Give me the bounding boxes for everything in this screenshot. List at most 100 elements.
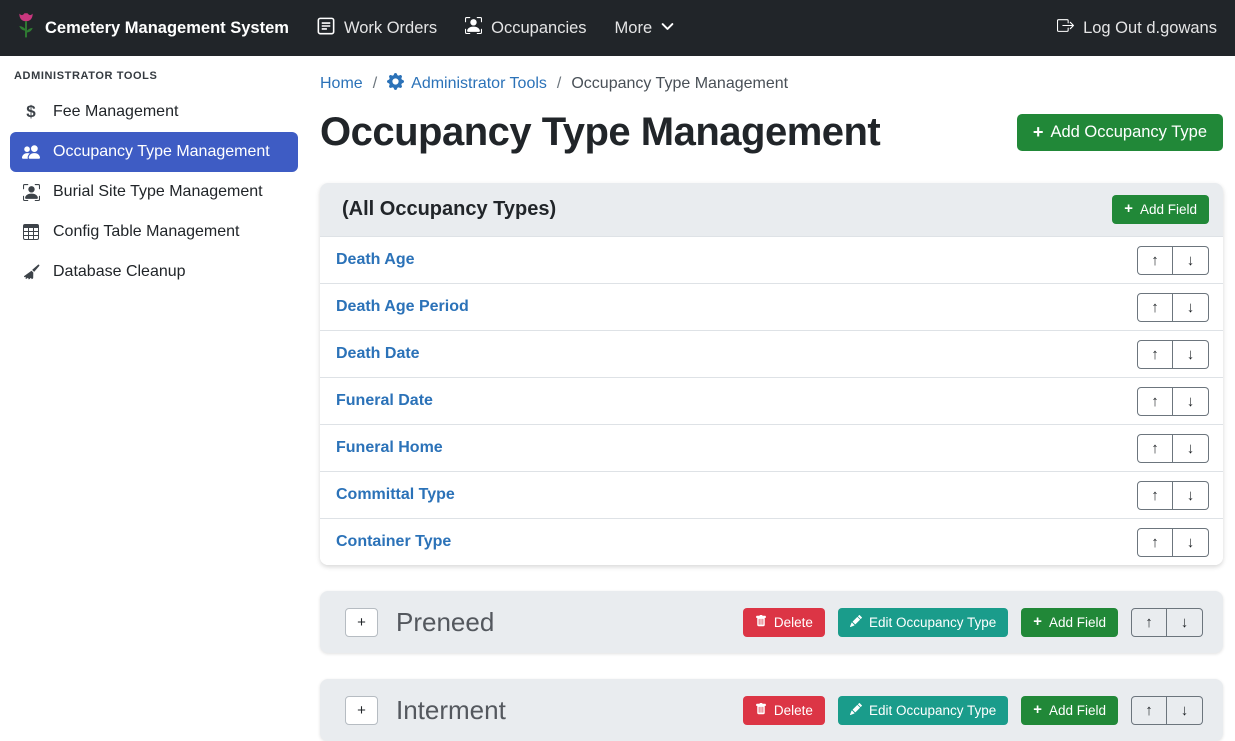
field-row: Container Type ↑ ↓ bbox=[320, 518, 1223, 565]
button-label: Delete bbox=[774, 703, 813, 718]
move-down-button[interactable]: ↓ bbox=[1173, 528, 1209, 557]
arrow-down-icon: ↓ bbox=[1187, 299, 1195, 316]
table-icon bbox=[20, 224, 42, 240]
field-row: Death Date ↑ ↓ bbox=[320, 330, 1223, 377]
plus-icon: + bbox=[1033, 703, 1042, 718]
plus-icon: + bbox=[357, 702, 366, 719]
plus-icon: + bbox=[357, 614, 366, 631]
section-title: Preneed bbox=[396, 607, 494, 638]
add-field-button[interactable]: + Add Field bbox=[1021, 608, 1118, 637]
field-name-link[interactable]: Death Age Period bbox=[336, 298, 469, 316]
button-label: Add Field bbox=[1140, 202, 1197, 217]
app-brand[interactable]: Cemetery Management System bbox=[16, 12, 289, 44]
move-up-button[interactable]: ↑ bbox=[1131, 608, 1167, 637]
move-down-button[interactable]: ↓ bbox=[1167, 696, 1203, 725]
arrow-up-icon: ↑ bbox=[1151, 393, 1159, 410]
arrow-up-icon: ↑ bbox=[1151, 440, 1159, 457]
main-content: Home / Administrator Tools / Occupancy T… bbox=[320, 56, 1223, 741]
arrow-up-icon: ↑ bbox=[1145, 702, 1153, 719]
nav-occupancies[interactable]: Occupancies bbox=[451, 0, 600, 56]
nav-label: More bbox=[615, 19, 653, 38]
card-title: (All Occupancy Types) bbox=[342, 198, 556, 221]
move-up-button[interactable]: ↑ bbox=[1137, 528, 1173, 557]
section-title: Interment bbox=[396, 695, 506, 726]
reorder-button-group: ↑ ↓ bbox=[1137, 387, 1209, 416]
move-up-button[interactable]: ↑ bbox=[1137, 481, 1173, 510]
move-up-button[interactable]: ↑ bbox=[1137, 340, 1173, 369]
field-name-link[interactable]: Death Date bbox=[336, 345, 420, 363]
sidebar-item-burial-site-type-management[interactable]: Burial Site Type Management bbox=[10, 172, 298, 212]
arrow-down-icon: ↓ bbox=[1187, 393, 1195, 410]
arrow-down-icon: ↓ bbox=[1181, 614, 1189, 631]
sidebar-item-fee-management[interactable]: $ Fee Management bbox=[10, 92, 298, 132]
reorder-button-group: ↑ ↓ bbox=[1137, 340, 1209, 369]
trash-icon bbox=[755, 615, 767, 630]
arrow-down-icon: ↓ bbox=[1187, 440, 1195, 457]
sidebar-item-label: Burial Site Type Management bbox=[53, 183, 263, 201]
move-up-button[interactable]: ↑ bbox=[1131, 696, 1167, 725]
arrow-down-icon: ↓ bbox=[1187, 534, 1195, 551]
button-label: Add Occupancy Type bbox=[1050, 123, 1207, 142]
move-down-button[interactable]: ↓ bbox=[1173, 434, 1209, 463]
move-up-button[interactable]: ↑ bbox=[1137, 434, 1173, 463]
tulip-logo-icon bbox=[16, 12, 36, 44]
pencil-icon bbox=[850, 703, 862, 718]
move-up-button[interactable]: ↑ bbox=[1137, 246, 1173, 275]
arrow-up-icon: ↑ bbox=[1151, 534, 1159, 551]
field-name-link[interactable]: Container Type bbox=[336, 533, 451, 551]
sidebar-item-database-cleanup[interactable]: Database Cleanup bbox=[10, 252, 298, 292]
field-name-link[interactable]: Death Age bbox=[336, 251, 415, 269]
move-down-button[interactable]: ↓ bbox=[1173, 340, 1209, 369]
arrow-down-icon: ↓ bbox=[1187, 346, 1195, 363]
nav-work-orders[interactable]: Work Orders bbox=[303, 0, 451, 56]
arrow-down-icon: ↓ bbox=[1181, 702, 1189, 719]
breadcrumb: Home / Administrator Tools / Occupancy T… bbox=[320, 56, 1223, 95]
logout-link[interactable]: Log Out d.gowans bbox=[1043, 0, 1219, 56]
trash-icon bbox=[755, 703, 767, 718]
nav-more[interactable]: More bbox=[601, 0, 689, 56]
expand-button[interactable]: + bbox=[345, 608, 378, 637]
edit-occupancy-type-button[interactable]: Edit Occupancy Type bbox=[838, 696, 1008, 725]
move-down-button[interactable]: ↓ bbox=[1173, 387, 1209, 416]
sidebar: ADMINISTRATOR TOOLS $ Fee Management Occ… bbox=[0, 56, 308, 738]
move-up-button[interactable]: ↑ bbox=[1137, 293, 1173, 322]
gear-icon bbox=[387, 73, 404, 95]
reorder-button-group: ↑ ↓ bbox=[1131, 608, 1203, 637]
expand-button[interactable]: + bbox=[345, 696, 378, 725]
nav-links: Work Orders Occupancies More bbox=[303, 0, 688, 56]
arrow-up-icon: ↑ bbox=[1145, 614, 1153, 631]
move-down-button[interactable]: ↓ bbox=[1173, 293, 1209, 322]
field-name-link[interactable]: Funeral Home bbox=[336, 439, 443, 457]
person-frame-icon bbox=[20, 184, 42, 201]
breadcrumb-separator: / bbox=[373, 75, 377, 93]
chevron-down-icon bbox=[661, 19, 674, 38]
field-row: Funeral Home ↑ ↓ bbox=[320, 424, 1223, 471]
move-down-button[interactable]: ↓ bbox=[1173, 481, 1209, 510]
sidebar-item-config-table-management[interactable]: Config Table Management bbox=[10, 212, 298, 252]
field-name-link[interactable]: Committal Type bbox=[336, 486, 455, 504]
top-navbar: Cemetery Management System Work Orders O… bbox=[0, 0, 1235, 56]
delete-button[interactable]: Delete bbox=[743, 608, 825, 637]
add-field-button[interactable]: + Add Field bbox=[1112, 195, 1209, 224]
dollar-glyph: $ bbox=[26, 102, 35, 122]
all-occupancy-types-card: (All Occupancy Types) + Add Field Death … bbox=[320, 183, 1223, 565]
edit-occupancy-type-button[interactable]: Edit Occupancy Type bbox=[838, 608, 1008, 637]
people-icon bbox=[20, 143, 42, 161]
move-down-button[interactable]: ↓ bbox=[1173, 246, 1209, 275]
sidebar-item-occupancy-type-management[interactable]: Occupancy Type Management bbox=[10, 132, 298, 172]
breadcrumb-admin-tools-link[interactable]: Administrator Tools bbox=[387, 73, 547, 95]
sidebar-item-label: Config Table Management bbox=[53, 223, 240, 241]
move-up-button[interactable]: ↑ bbox=[1137, 387, 1173, 416]
add-occupancy-type-button[interactable]: + Add Occupancy Type bbox=[1017, 114, 1223, 151]
section-actions: Delete Edit Occupancy Type + Add Field ↑… bbox=[743, 608, 1203, 637]
app-title: Cemetery Management System bbox=[45, 19, 289, 38]
title-row: Occupancy Type Management + Add Occupanc… bbox=[320, 108, 1223, 156]
delete-button[interactable]: Delete bbox=[743, 696, 825, 725]
breadcrumb-home-link[interactable]: Home bbox=[320, 75, 363, 93]
reorder-button-group: ↑ ↓ bbox=[1137, 528, 1209, 557]
field-name-link[interactable]: Funeral Date bbox=[336, 392, 433, 410]
button-label: Delete bbox=[774, 615, 813, 630]
add-field-button[interactable]: + Add Field bbox=[1021, 696, 1118, 725]
move-down-button[interactable]: ↓ bbox=[1167, 608, 1203, 637]
arrow-down-icon: ↓ bbox=[1187, 487, 1195, 504]
